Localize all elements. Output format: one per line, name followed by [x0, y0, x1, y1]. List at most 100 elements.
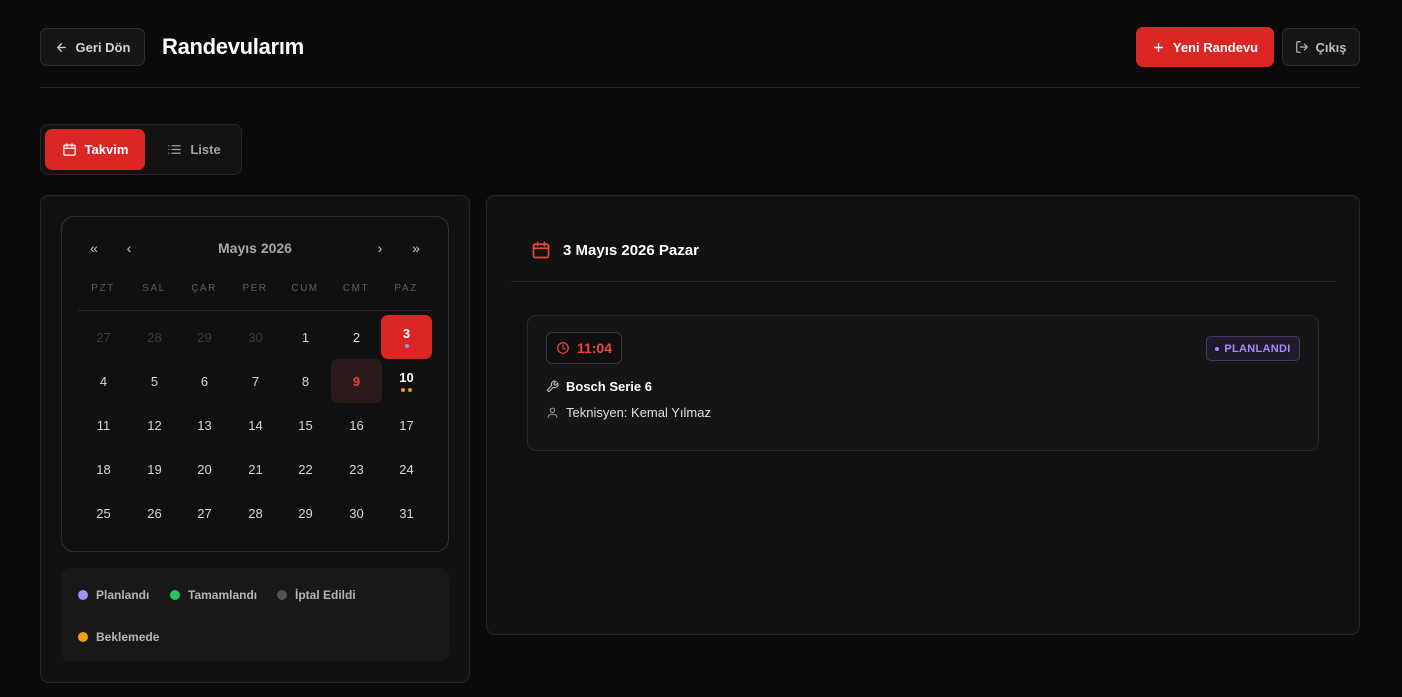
calendar-day[interactable]: 23	[331, 447, 382, 491]
calendar-day[interactable]: 30	[230, 315, 281, 359]
calendar-day[interactable]: 7	[230, 359, 281, 403]
calendar-day-number: 12	[147, 417, 162, 433]
selected-date-title: 3 Mayıs 2026 Pazar	[563, 242, 699, 259]
legend-dot	[277, 590, 287, 600]
calendar-day-number: 8	[301, 373, 310, 389]
calendar-day[interactable]: 19	[129, 447, 180, 491]
calendar-day-number: 28	[147, 329, 162, 345]
calendar-day[interactable]: 3	[381, 315, 432, 359]
calendar-day[interactable]: 31	[381, 491, 432, 535]
calendar-day-number: 27	[197, 505, 212, 521]
logout-label: Çıkış	[1315, 39, 1347, 55]
status-legend	[61, 568, 449, 662]
weekday-header: ÇAR	[191, 283, 217, 294]
calendar-day-number: 10	[399, 370, 414, 385]
weekday-header: CMT	[342, 283, 370, 294]
calendar-day[interactable]: 25	[78, 491, 129, 535]
technician-name: Teknisyen: Kemal Yılmaz	[566, 405, 711, 420]
calendar-day[interactable]: 27	[179, 491, 230, 535]
calendar-day-number: 30	[248, 329, 263, 345]
calendar-day[interactable]: 8	[280, 359, 331, 403]
calendar-day[interactable]: 18	[78, 447, 129, 491]
calendar-day-number: 1	[301, 329, 310, 345]
calendar-day[interactable]: 17	[381, 403, 432, 447]
calendar-icon	[532, 241, 550, 259]
calendar-day[interactable]: 29	[179, 315, 230, 359]
status-badge-text: PLANLANDI	[1224, 342, 1291, 355]
calendar-day[interactable]: 22	[280, 447, 331, 491]
legend-dot	[170, 590, 180, 600]
calendar-day[interactable]: 2	[331, 315, 382, 359]
weekday-header: SAL	[142, 283, 166, 294]
calendar-day-number: 27	[96, 329, 111, 345]
calendar-day[interactable]: 13	[179, 403, 230, 447]
calendar-icon	[62, 143, 76, 156]
calendar-day-number: 19	[147, 461, 162, 477]
calendar-day-number: 23	[349, 461, 364, 477]
calendar-day[interactable]: 16	[331, 403, 382, 447]
calendar-day[interactable]: 4	[78, 359, 129, 403]
calendar-day[interactable]: 29	[280, 491, 331, 535]
weekday-header: PER	[242, 283, 268, 294]
calendar-day-number: 15	[298, 417, 313, 433]
calendar-day[interactable]: 28	[129, 315, 180, 359]
new-appointment-button[interactable]: Yeni Randevu	[1136, 27, 1274, 67]
legend-item: Planlandı	[78, 588, 149, 602]
weekday-header: CUM	[291, 283, 319, 294]
calendar-day[interactable]: 30	[331, 491, 382, 535]
calendar-day[interactable]: 24	[381, 447, 432, 491]
next-month-button[interactable]: ›	[369, 237, 391, 259]
logout-button[interactable]: Çıkış	[1282, 28, 1360, 66]
last-month-button[interactable]: »	[405, 237, 427, 259]
calendar-day-number: 14	[248, 417, 263, 433]
calendar-day-number: 29	[298, 505, 313, 521]
weekday-header: PAZ	[394, 283, 418, 294]
calendar-day[interactable]: 5	[129, 359, 180, 403]
calendar-day[interactable]: 1	[280, 315, 331, 359]
calendar-day-number: 11	[96, 417, 111, 433]
calendar-day-number: 24	[399, 461, 414, 477]
tab-list[interactable]: Liste	[150, 129, 238, 170]
calendar-day-number: 31	[399, 505, 414, 521]
appointment-time: 11:04	[546, 332, 622, 364]
calendar-day-number: 2	[352, 329, 361, 345]
calendar-day-number: 28	[248, 505, 263, 521]
calendar-day-number: 21	[248, 461, 263, 477]
calendar-day[interactable]: 11	[78, 403, 129, 447]
legend-dot	[78, 590, 88, 600]
month-label: Mayıs 2026	[218, 240, 292, 256]
calendar-day[interactable]: 21	[230, 447, 281, 491]
calendar-day[interactable]: 28	[230, 491, 281, 535]
first-month-button[interactable]: «	[83, 237, 105, 259]
calendar-day[interactable]: 15	[280, 403, 331, 447]
legend-label: Tamamlandı	[188, 588, 258, 602]
event-dot	[401, 388, 405, 392]
calendar-day[interactable]: 12	[129, 403, 180, 447]
legend-label: Planlandı	[96, 588, 150, 602]
calendar-day-number: 13	[197, 417, 212, 433]
status-badge: PLANLANDI	[1206, 336, 1300, 361]
calendar-day-number: 5	[150, 373, 159, 389]
calendar-day[interactable]: 10	[381, 359, 432, 403]
event-dot	[404, 344, 409, 348]
calendar-day[interactable]: 20	[179, 447, 230, 491]
calendar-day-number: 16	[349, 417, 364, 433]
tab-calendar[interactable]: Takvim	[45, 129, 145, 170]
calendar-day[interactable]: 26	[129, 491, 180, 535]
calendar-day-number: 18	[96, 461, 111, 477]
prev-month-button[interactable]: ‹	[118, 237, 140, 259]
back-button[interactable]: Geri Dön	[40, 28, 145, 66]
calendar-day[interactable]: 9	[331, 359, 382, 403]
calendar-divider	[78, 310, 432, 311]
calendar-day[interactable]: 6	[179, 359, 230, 403]
plus-icon	[1153, 42, 1163, 52]
calendar-day[interactable]: 27	[78, 315, 129, 359]
calendar-day[interactable]: 14	[230, 403, 281, 447]
new-appointment-label: Yeni Randevu	[1172, 39, 1259, 55]
calendar-day-number: 4	[99, 373, 108, 389]
calendar-day-number: 30	[349, 505, 364, 521]
clock-icon	[557, 342, 569, 354]
legend-item: İptal Edildi	[277, 588, 356, 602]
tab-calendar-label: Takvim	[84, 142, 129, 157]
page-title: Randevularım	[162, 34, 304, 59]
